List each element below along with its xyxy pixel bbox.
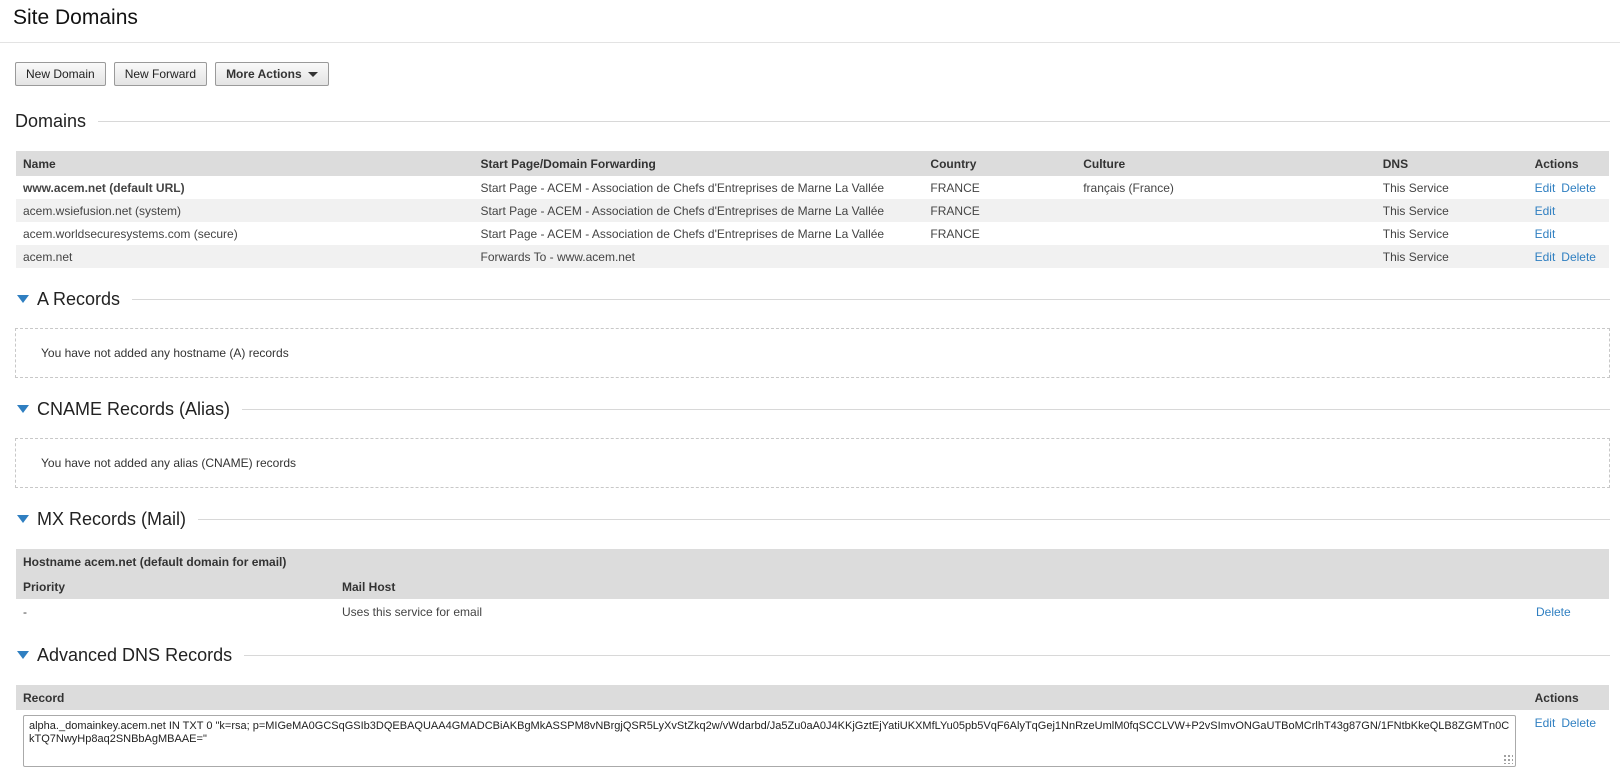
- divider: [242, 408, 1610, 410]
- delete-link[interactable]: Delete: [1561, 250, 1596, 264]
- more-actions-label: More Actions: [226, 67, 302, 81]
- column-header-priority: Priority: [16, 574, 335, 599]
- cname-records-section-header: CNAME Records (Alias): [15, 397, 1610, 421]
- column-header-country[interactable]: Country: [923, 151, 1077, 176]
- resize-handle-icon[interactable]: [1503, 754, 1513, 764]
- domain-country: [923, 245, 1077, 268]
- advanced-dns-title[interactable]: Advanced DNS Records: [37, 645, 232, 666]
- mx-priority: -: [23, 605, 27, 619]
- new-forward-button[interactable]: New Forward: [113, 62, 208, 86]
- cname-records-empty-box: You have not added any alias (CNAME) rec…: [15, 438, 1610, 488]
- domain-culture: [1076, 199, 1376, 222]
- column-header-record: Record: [16, 685, 1528, 710]
- table-row: acem.net Forwards To - www.acem.net This…: [16, 245, 1609, 268]
- domain-name: www.acem.net (default URL): [23, 180, 185, 195]
- domain-country: FRANCE: [923, 199, 1077, 222]
- domain-actions: Edit: [1527, 199, 1609, 222]
- divider: [132, 298, 1610, 300]
- domains-table: Name Start Page/Domain Forwarding Countr…: [16, 151, 1609, 268]
- column-header-dns[interactable]: DNS: [1375, 151, 1528, 176]
- dns-record-cell: alpha._domainkey.acem.net IN TXT 0 "k=rs…: [16, 710, 1528, 772]
- edit-link[interactable]: Edit: [1535, 716, 1556, 730]
- mx-hostname-row: Hostname acem.net (default domain for em…: [16, 549, 1609, 574]
- domain-name: acem.worldsecuresystems.com (secure): [23, 226, 238, 241]
- domain-name: acem.wsiefusion.net (system): [16, 199, 474, 222]
- column-header-actions: Actions: [1527, 685, 1609, 710]
- domain-start-page: Start Page - ACEM - Association de Chefs…: [473, 199, 924, 222]
- mx-hostname: Hostname acem.net (default domain for em…: [16, 549, 1609, 574]
- cname-records-title[interactable]: CNAME Records (Alias): [37, 399, 230, 420]
- table-row: acem.worldsecuresystems.com (secure) Sta…: [16, 222, 1609, 245]
- a-records-section-header: A Records: [15, 287, 1610, 311]
- table-row: - Uses this service for email Delete: [16, 599, 1609, 625]
- a-records-title[interactable]: A Records: [37, 289, 120, 310]
- mx-actions: Delete: [1529, 599, 1609, 625]
- mx-header-row: Priority Mail Host: [16, 574, 1609, 599]
- domain-start-page: Start Page - ACEM - Association de Chefs…: [480, 180, 885, 195]
- advanced-dns-header-row: Record Actions: [16, 685, 1609, 710]
- column-header-name[interactable]: Name: [16, 151, 474, 176]
- delete-link[interactable]: Delete: [1561, 716, 1596, 730]
- domain-actions: Edit: [1528, 222, 1609, 245]
- dns-record-actions: Edit Delete: [1528, 710, 1609, 772]
- domain-country: FRANCE: [930, 180, 980, 195]
- mx-records-title[interactable]: MX Records (Mail): [37, 509, 186, 530]
- domain-dns: This Service: [1375, 245, 1528, 268]
- column-header-actions: Actions: [1527, 151, 1609, 176]
- advanced-dns-section-header: Advanced DNS Records: [15, 643, 1610, 667]
- chevron-down-icon: [307, 71, 318, 77]
- column-header-start-page[interactable]: Start Page/Domain Forwarding: [473, 151, 924, 176]
- domain-dns: This Service: [1382, 180, 1449, 195]
- a-records-empty-message: You have not added any hostname (A) reco…: [41, 346, 289, 360]
- toolbar: New Domain New Forward More Actions: [15, 62, 329, 86]
- domain-culture: [1076, 245, 1376, 268]
- delete-link[interactable]: Delete: [1536, 605, 1571, 619]
- collapse-triangle-icon[interactable]: [17, 295, 29, 303]
- table-row: www.acem.net (default URL) Start Page - …: [16, 176, 1609, 199]
- column-header-culture[interactable]: Culture: [1076, 151, 1376, 176]
- page-title: Site Domains: [13, 6, 138, 29]
- domain-actions: Edit Delete: [1527, 245, 1609, 268]
- domain-actions: Edit Delete: [1528, 176, 1609, 199]
- column-header-mail-host: Mail Host: [335, 574, 1529, 599]
- dns-record-textarea[interactable]: alpha._domainkey.acem.net IN TXT 0 "k=rs…: [23, 715, 1516, 767]
- more-actions-button[interactable]: More Actions: [215, 62, 329, 86]
- domains-section-title: Domains: [15, 110, 87, 131]
- mx-records-table: Hostname acem.net (default domain for em…: [16, 549, 1609, 625]
- new-domain-button[interactable]: New Domain: [15, 62, 106, 86]
- mx-records-section-header: MX Records (Mail): [15, 507, 1610, 531]
- mx-mail-host: Uses this service for email: [342, 605, 483, 619]
- domain-start-page: Start Page - ACEM - Association de Chefs…: [480, 226, 885, 241]
- table-row: alpha._domainkey.acem.net IN TXT 0 "k=rs…: [16, 710, 1609, 772]
- domain-dns: This Service: [1375, 199, 1528, 222]
- edit-link[interactable]: Edit: [1535, 181, 1556, 195]
- domain-name: acem.net: [16, 245, 474, 268]
- table-row: acem.wsiefusion.net (system) Start Page …: [16, 199, 1609, 222]
- cname-records-empty-message: You have not added any alias (CNAME) rec…: [41, 456, 297, 470]
- domain-dns: This Service: [1382, 226, 1449, 241]
- delete-link[interactable]: Delete: [1561, 181, 1596, 195]
- domain-culture: [1076, 222, 1376, 245]
- edit-link[interactable]: Edit: [1535, 204, 1556, 218]
- domain-country: FRANCE: [930, 226, 980, 241]
- collapse-triangle-icon[interactable]: [17, 651, 29, 659]
- collapse-triangle-icon[interactable]: [17, 405, 29, 413]
- domains-header-row: Name Start Page/Domain Forwarding Countr…: [16, 151, 1609, 176]
- divider: [198, 518, 1610, 520]
- collapse-triangle-icon[interactable]: [17, 515, 29, 523]
- divider: [98, 120, 1610, 122]
- a-records-empty-box: You have not added any hostname (A) reco…: [15, 328, 1610, 378]
- edit-link[interactable]: Edit: [1535, 227, 1556, 241]
- domains-section-header: Domains: [15, 109, 1610, 133]
- advanced-dns-table: Record Actions alpha._domainkey.acem.net…: [16, 685, 1609, 772]
- divider: [244, 654, 1610, 656]
- page-header: Site Domains: [0, 0, 1620, 43]
- domain-culture: français (France): [1083, 180, 1174, 195]
- dns-record-text: alpha._domainkey.acem.net IN TXT 0 "k=rs…: [29, 720, 1510, 745]
- edit-link[interactable]: Edit: [1535, 250, 1556, 264]
- domain-start-page: Forwards To - www.acem.net: [473, 245, 924, 268]
- column-header-empty: [1529, 574, 1609, 599]
